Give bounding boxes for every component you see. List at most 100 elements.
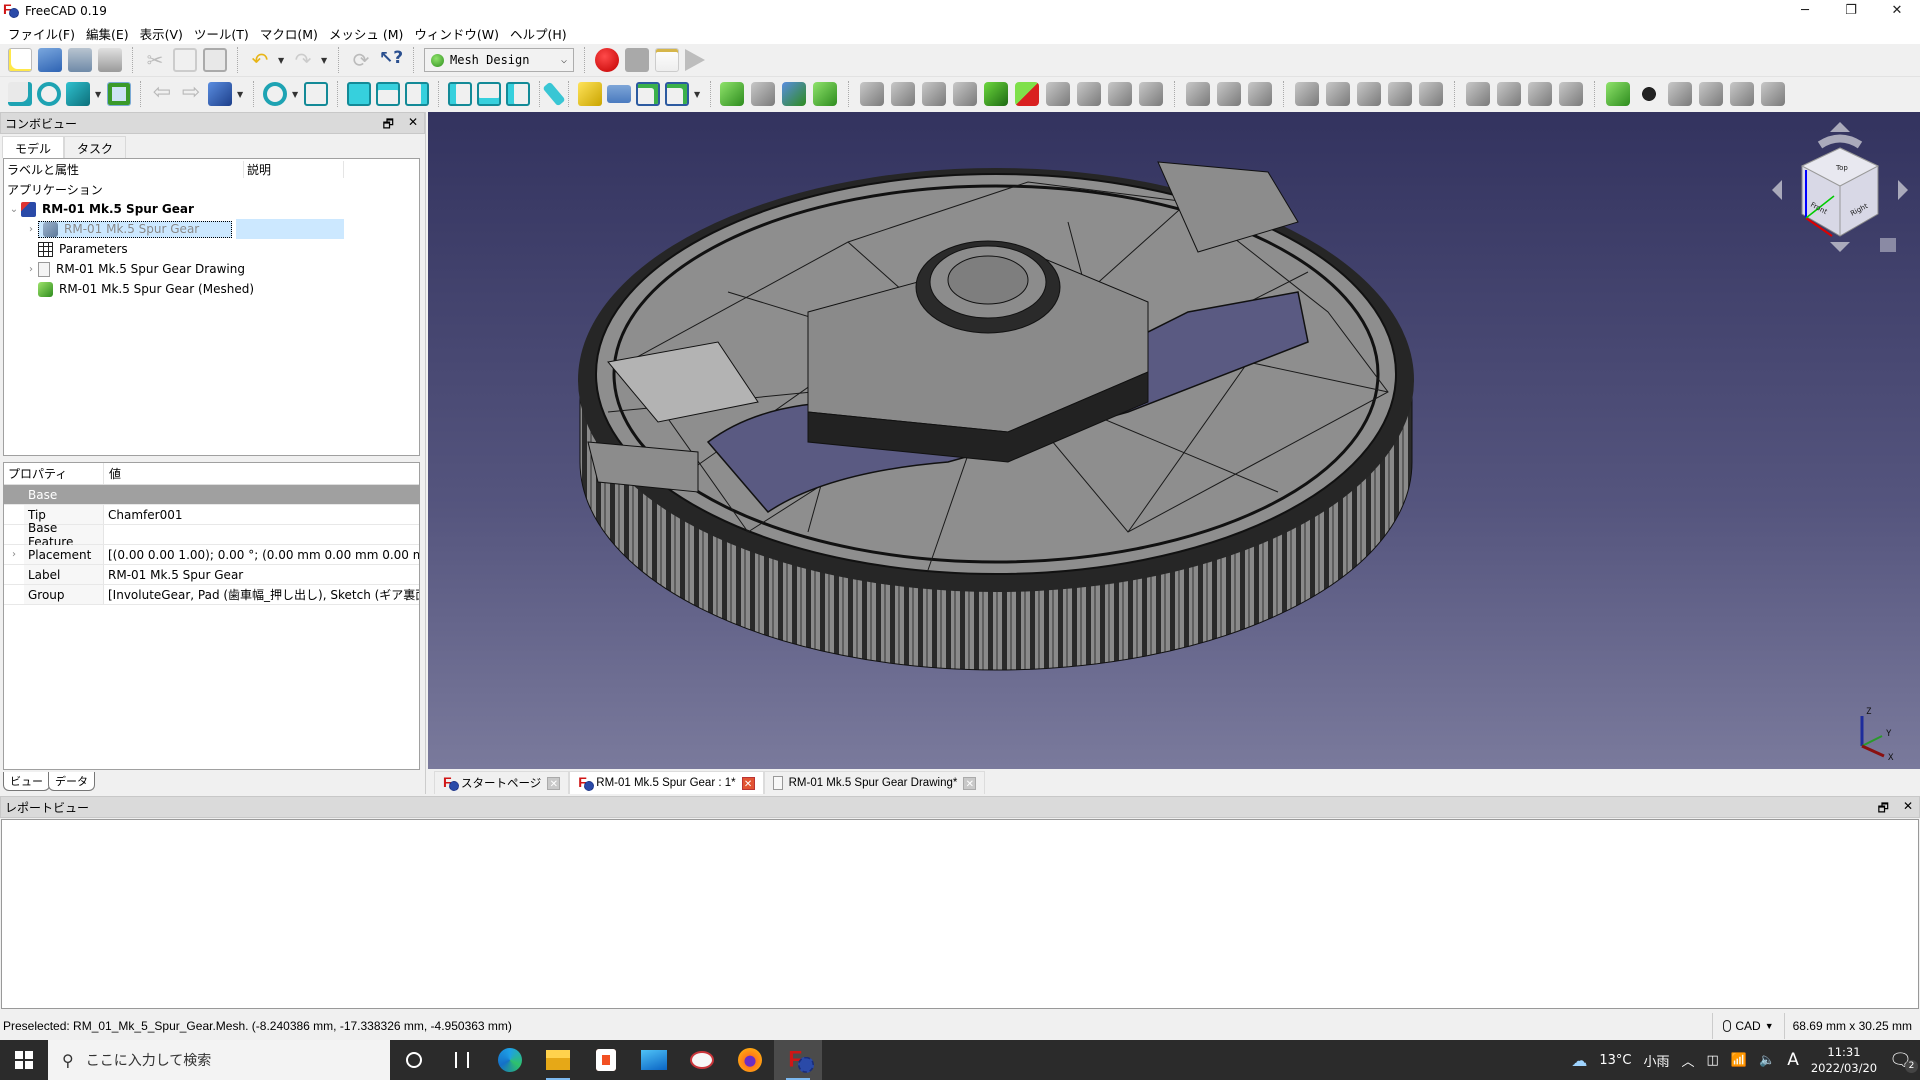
3d-viewport[interactable]: Top Front Right Z Y X	[428, 112, 1920, 769]
close-button[interactable]: ✕	[1874, 0, 1920, 22]
menu-edit[interactable]: 編集(E)	[84, 24, 138, 43]
draw-style-dropdown-icon[interactable]: ▼	[95, 90, 102, 98]
edit-macro-icon[interactable]	[655, 48, 679, 72]
tree-document-root[interactable]: ⌄ RM-01 Mk.5 Spur Gear	[4, 199, 419, 219]
merge-icon[interactable]	[1466, 82, 1490, 106]
start-button[interactable]	[0, 1040, 48, 1080]
task-view-icon[interactable]	[438, 1040, 486, 1080]
split-components-icon[interactable]	[1497, 82, 1521, 106]
firefox-icon[interactable]	[726, 1040, 774, 1080]
link-actions-dropdown-icon[interactable]: ▼	[694, 90, 701, 98]
menu-tools[interactable]: ツール(T)	[192, 24, 258, 43]
tree-item-drawing[interactable]: › RM-01 Mk.5 Spur Gear Drawing	[4, 259, 419, 279]
curvature-info-icon[interactable]	[1668, 82, 1692, 106]
regular-solid-icon[interactable]	[813, 82, 837, 106]
property-value[interactable]: [InvoluteGear, Pad (歯車幅_押し出し), Sketch (ギ…	[104, 586, 419, 603]
remove-components-icon[interactable]	[1015, 82, 1039, 106]
menu-help[interactable]: ヘルプ(H)	[508, 24, 576, 43]
maximize-button[interactable]: ❐	[1828, 0, 1874, 22]
volume-icon[interactable]: 🔈	[1759, 1053, 1775, 1068]
file-explorer-icon[interactable]	[534, 1040, 582, 1080]
minimize-button[interactable]: ─	[1782, 0, 1828, 22]
cross-sections-icon[interactable]	[1419, 82, 1443, 106]
property-row-label[interactable]: Label RM-01 Mk.5 Spur Gear	[4, 565, 419, 585]
segment-best-fit-icon[interactable]	[1559, 82, 1583, 106]
boundary-icon[interactable]	[1761, 82, 1785, 106]
import-mesh-icon[interactable]	[720, 82, 744, 106]
rear-view-icon[interactable]	[448, 82, 472, 106]
close-tab-icon[interactable]: ✕	[741, 776, 755, 790]
link-icon[interactable]	[636, 82, 660, 106]
menu-window[interactable]: ウィンドウ(W)	[412, 24, 508, 43]
stop-macro-icon[interactable]	[625, 48, 649, 72]
chevron-down-icon[interactable]: ⌄	[7, 204, 21, 215]
analyze-icon[interactable]	[860, 82, 884, 106]
tree-header-description[interactable]: 説明	[244, 160, 344, 178]
intersection-icon[interactable]	[1217, 82, 1241, 106]
tree-item-mesh[interactable]: RM-01 Mk.5 Spur Gear (Meshed)	[4, 279, 419, 299]
property-value[interactable]: [(0.00 0.00 1.00); 0.00 °; (0.00 mm 0.00…	[104, 548, 419, 562]
chevron-right-icon[interactable]: ›	[4, 549, 24, 560]
close-panel-icon[interactable]: ✕	[1903, 799, 1913, 820]
box-zoom-icon[interactable]	[263, 82, 287, 106]
new-file-icon[interactable]	[8, 48, 32, 72]
menu-mesh[interactable]: メッシュ (M)	[327, 24, 413, 43]
clock[interactable]: 11:31 2022/03/20	[1811, 1044, 1877, 1076]
tab-spur-gear-3d[interactable]: RM-01 Mk.5 Spur Gear : 1* ✕	[569, 771, 764, 794]
menu-macro[interactable]: マクロ(M)	[258, 24, 327, 43]
workbench-selector[interactable]: Mesh Design ⌵	[424, 48, 574, 72]
menu-view[interactable]: 表示(V)	[138, 24, 192, 43]
scale-icon[interactable]	[1108, 82, 1132, 106]
cortana-icon[interactable]	[390, 1040, 438, 1080]
bounding-box-icon[interactable]	[1139, 82, 1163, 106]
close-panel-icon[interactable]: ✕	[408, 115, 418, 136]
sync-view-dropdown-icon[interactable]: ▼	[237, 90, 244, 98]
property-header-value[interactable]: 値	[104, 465, 121, 482]
weather-condition[interactable]: 小雨	[1644, 1051, 1670, 1070]
isometric-icon[interactable]	[304, 82, 328, 106]
snipping-tool-icon[interactable]	[678, 1040, 726, 1080]
tab-tasks[interactable]: タスク	[64, 136, 127, 158]
save-as-icon[interactable]	[98, 48, 122, 72]
undock-icon[interactable]: 🗗	[1878, 799, 1889, 820]
ime-indicator[interactable]: A	[1787, 1050, 1799, 1070]
link-actions-icon[interactable]	[665, 82, 689, 106]
navigation-style-selector[interactable]: CAD ▼	[1712, 1013, 1783, 1039]
forward-icon[interactable]: ⇨	[179, 82, 203, 106]
close-tab-icon[interactable]: ✕	[963, 776, 977, 790]
union-icon[interactable]	[1186, 82, 1210, 106]
weather-temp[interactable]: 13°C	[1599, 1053, 1631, 1068]
cut-icon[interactable]: ✂	[143, 48, 167, 72]
fit-selection-icon[interactable]	[37, 82, 61, 106]
smooth-icon[interactable]	[1046, 82, 1070, 106]
undock-icon[interactable]: 🗗	[383, 115, 394, 136]
property-row-group[interactable]: Group [InvoluteGear, Pad (歯車幅_押し出し), Ske…	[4, 585, 419, 605]
whats-this-icon[interactable]: ↖?	[379, 48, 403, 72]
record-macro-icon[interactable]	[595, 48, 619, 72]
notifications-icon[interactable]: 🗨 2	[1889, 1050, 1918, 1073]
gear-mesh-model[interactable]	[428, 112, 1920, 769]
cut-mesh-icon[interactable]	[1295, 82, 1319, 106]
difference-icon[interactable]	[1248, 82, 1272, 106]
undo-dropdown-icon[interactable]: ▼	[278, 56, 285, 64]
left-view-icon[interactable]	[506, 82, 530, 106]
tab-model[interactable]: モデル	[2, 136, 65, 158]
tree-item-parameters[interactable]: Parameters	[4, 239, 419, 259]
right-view-icon[interactable]	[405, 82, 429, 106]
network-icon[interactable]: 📶	[1731, 1053, 1747, 1068]
edge-icon[interactable]	[486, 1040, 534, 1080]
property-value[interactable]: RM-01 Mk.5 Spur Gear	[104, 568, 419, 582]
decimate-icon[interactable]	[1077, 82, 1101, 106]
paste-icon[interactable]	[203, 48, 227, 72]
flip-normals-icon[interactable]	[922, 82, 946, 106]
measure-icon[interactable]	[542, 81, 566, 107]
curvature-plot-icon[interactable]	[1699, 82, 1723, 106]
box-zoom-dropdown-icon[interactable]: ▼	[292, 90, 299, 98]
menu-file[interactable]: ファイル(F)	[6, 24, 84, 43]
refresh-icon[interactable]: ⟳	[349, 48, 373, 72]
sync-view-icon[interactable]	[208, 82, 232, 106]
export-mesh-icon[interactable]	[751, 82, 775, 106]
face-info-icon[interactable]	[1637, 82, 1661, 106]
chevron-right-icon[interactable]: ›	[24, 224, 38, 235]
mesh-from-shape-icon[interactable]	[782, 82, 806, 106]
